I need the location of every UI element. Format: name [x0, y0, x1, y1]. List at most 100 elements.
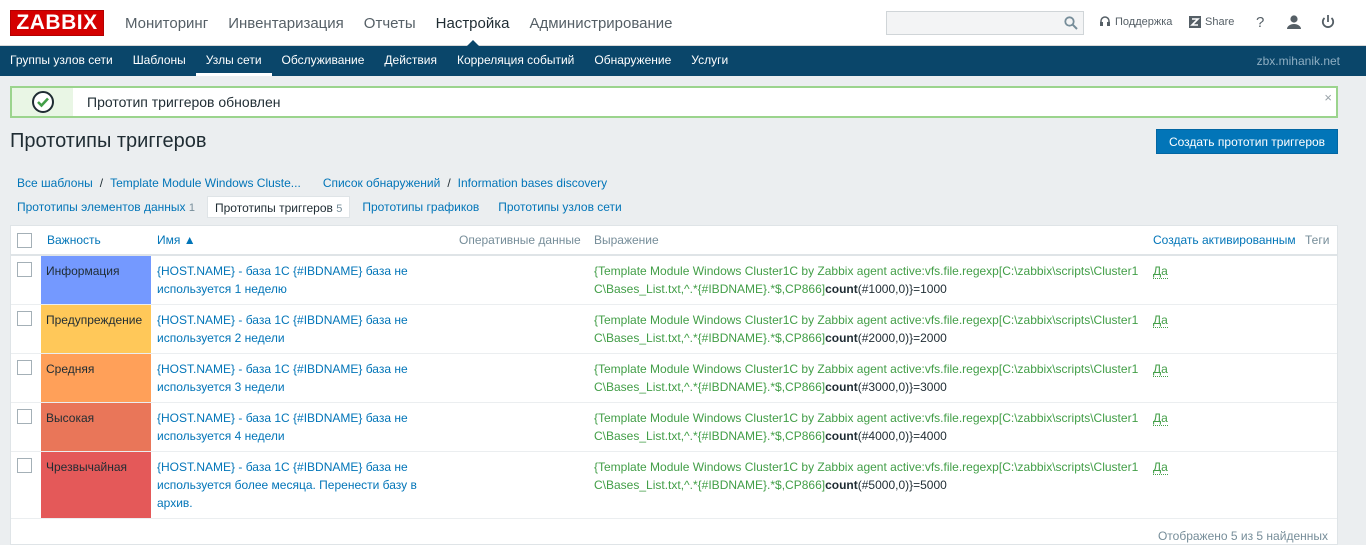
main-menu-item[interactable]: Мониторинг — [115, 0, 218, 46]
severity-label: Высокая — [46, 410, 95, 425]
severity-cell: Средняя — [41, 353, 151, 403]
trigger-name-link[interactable]: {HOST.NAME} - база 1С {#IBDNAME} база не… — [157, 313, 408, 345]
close-icon[interactable]: × — [1324, 90, 1332, 105]
table-row: Средняя {HOST.NAME} - база 1С {#IBDNAME} … — [11, 353, 1337, 403]
share-link[interactable]: Share — [1189, 16, 1234, 28]
support-link[interactable]: Поддержка — [1099, 16, 1172, 28]
tab-prototype[interactable]: Прототипы элементов данных 1 — [10, 196, 202, 218]
tags-cell — [1303, 402, 1337, 452]
main-menu-item[interactable]: Настройка — [426, 0, 520, 47]
user-profile-icon[interactable] — [1285, 13, 1303, 31]
row-checkbox[interactable] — [17, 262, 32, 277]
header-create-enabled: Создать активированным — [1147, 226, 1303, 256]
sign-out-icon[interactable] — [1319, 13, 1337, 31]
tab-label: Прототипы узлов сети — [498, 200, 622, 214]
zabbix-logo[interactable]: ZABBIX — [10, 10, 104, 36]
sub-menu-item[interactable]: Обнаружение — [584, 46, 681, 76]
row-select-cell — [11, 353, 41, 403]
row-checkbox[interactable] — [17, 457, 32, 473]
breadcrumb-all-templates[interactable]: Все шаблоны — [17, 176, 93, 190]
severity-cell: Высокая — [41, 402, 151, 452]
row-select-cell — [11, 255, 41, 305]
sub-menu-item[interactable]: Действия — [374, 46, 447, 76]
severity-cell: Предупреждение — [41, 304, 151, 354]
create-enabled-cell: Да — [1147, 255, 1303, 305]
main-menu-item[interactable]: Инвентаризация — [218, 0, 354, 46]
sub-menu-item[interactable]: Обслуживание — [272, 46, 375, 76]
expression-tail: (#5000,0)}=5000 — [857, 477, 947, 492]
table-row: Высокая {HOST.NAME} - база 1С {#IBDNAME} … — [11, 402, 1337, 452]
success-message: Прототип триггеров обновлен × — [10, 86, 1338, 118]
expression-function: count — [825, 477, 858, 492]
tab-label: Прототипы графиков — [362, 200, 480, 214]
sub-menu-item[interactable]: Услуги — [681, 46, 738, 76]
search-input[interactable] — [887, 12, 1069, 34]
create-enabled-toggle[interactable]: Да — [1153, 361, 1168, 377]
create-enabled-toggle[interactable]: Да — [1153, 264, 1168, 279]
create-enabled-cell: Да — [1147, 402, 1303, 452]
share-label: Share — [1205, 16, 1235, 28]
header-expression: Выражение — [588, 226, 1147, 256]
expression-function: count — [825, 428, 858, 443]
sort-create-enabled-link[interactable]: Создать активированным — [1153, 233, 1296, 247]
breadcrumb-discovery-list[interactable]: Список обнаружений — [323, 176, 441, 190]
create-enabled-toggle[interactable]: Да — [1153, 459, 1168, 475]
sub-menu-item[interactable]: Корреляция событий — [447, 46, 584, 76]
table-header: Важность Имя ▲ Оперативные данные Выраже… — [11, 226, 1337, 256]
tab-prototype[interactable]: Прототипы узлов сети — [491, 196, 629, 218]
sort-severity-link[interactable]: Важность — [47, 233, 101, 247]
breadcrumb-discovery-rule[interactable]: Information bases discovery — [458, 176, 607, 190]
create-enabled-cell: Да — [1147, 451, 1303, 519]
name-cell: {HOST.NAME} - база 1С {#IBDNAME} база не… — [151, 353, 453, 403]
select-all-checkbox[interactable] — [17, 232, 32, 248]
expression-tail: (#1000,0)}=1000 — [857, 282, 947, 296]
expression-function: count — [825, 330, 858, 345]
tags-cell — [1303, 255, 1337, 305]
expression-cell: {Template Module Windows Cluster1C by Za… — [588, 451, 1147, 519]
sort-name-link[interactable]: Имя ▲ — [157, 233, 196, 247]
tags-cell — [1303, 451, 1337, 519]
severity-label: Средняя — [46, 361, 95, 376]
severity-label: Информация — [46, 264, 120, 278]
help-link[interactable]: ? — [1256, 14, 1264, 31]
severity-label: Чрезвычайная — [46, 459, 128, 474]
expression-tail: (#2000,0)}=2000 — [857, 330, 947, 345]
severity-cell: Информация — [41, 255, 151, 305]
row-checkbox[interactable] — [17, 359, 32, 375]
sub-menu: Группы узлов сети Шаблоны Узлы сети Обслужи… — [0, 46, 1366, 76]
main-menu-item[interactable]: Отчеты — [354, 0, 426, 46]
sub-menu-item[interactable]: Шаблоны — [123, 46, 196, 76]
expression-tail: (#4000,0)}=4000 — [857, 428, 947, 443]
name-cell: {HOST.NAME} - база 1С {#IBDNAME} база не… — [151, 451, 453, 519]
create-enabled-cell: Да — [1147, 353, 1303, 403]
table-footer: Отображено 5 из 5 найденных — [1157, 529, 1328, 543]
trigger-name-link[interactable]: {HOST.NAME} - база 1С {#IBDNAME} база не… — [157, 362, 408, 394]
trigger-name-link[interactable]: {HOST.NAME} - база 1С {#IBDNAME} база не… — [157, 460, 417, 510]
message-status — [12, 88, 73, 116]
create-trigger-prototype-button[interactable]: Создать прототип триггеров — [1156, 129, 1338, 154]
tab-prototype[interactable]: Прототипы графиков — [355, 196, 486, 218]
create-enabled-toggle[interactable]: Да — [1153, 410, 1168, 426]
tab-prototype[interactable]: Прототипы триггеров 5 — [207, 196, 351, 218]
top-bar: ZABBIX Мониторинг Инвентаризация Отчеты Нас… — [0, 0, 1366, 47]
opdata-cell — [453, 402, 588, 452]
sub-menu-item[interactable]: Узлы сети — [195, 46, 272, 76]
expression-function: count — [825, 282, 858, 296]
tab-count: 1 — [188, 202, 195, 214]
opdata-cell — [453, 304, 588, 354]
help-icon: ? — [1256, 14, 1265, 31]
sub-menu-item[interactable]: Группы узлов сети — [0, 46, 123, 76]
create-enabled-toggle[interactable]: Да — [1153, 312, 1168, 328]
row-checkbox[interactable] — [17, 310, 32, 326]
expression-cell: {Template Module Windows Cluster1C by Za… — [588, 402, 1147, 452]
search-icon[interactable] — [1064, 16, 1078, 30]
trigger-name-link[interactable]: {HOST.NAME} - база 1С {#IBDNAME} база не… — [157, 264, 408, 296]
share-icon — [1189, 16, 1201, 28]
main-menu-item[interactable]: Администрирование — [519, 0, 682, 46]
trigger-name-link[interactable]: {HOST.NAME} - база 1С {#IBDNAME} база не… — [157, 411, 408, 443]
breadcrumb-template[interactable]: Template Module Windows Cluste... — [110, 176, 301, 190]
tags-cell — [1303, 353, 1337, 403]
support-label: Поддержка — [1115, 16, 1173, 28]
prototype-tabs: Прототипы элементов данных 1 Прототипы тр… — [10, 196, 634, 218]
row-checkbox[interactable] — [17, 408, 32, 424]
